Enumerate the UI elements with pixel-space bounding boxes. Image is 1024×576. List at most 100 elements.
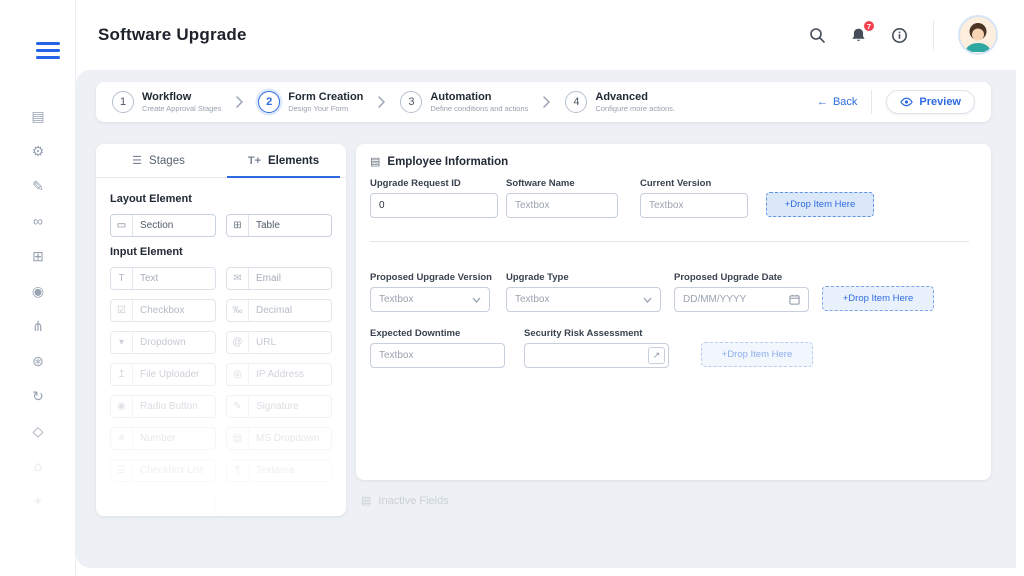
field-security-risk-assessment: Security Risk Assessment ↗ (524, 328, 669, 368)
step-description: Define conditions and actions (430, 105, 528, 114)
palette-item-dropdown[interactable]: ▾ Dropdown (110, 331, 216, 354)
hierarchy-icon[interactable]: ⋔ (28, 316, 48, 336)
palette-item-checkbox[interactable]: ☑ Checkbox (110, 299, 216, 322)
field-software-name: Software Name (506, 178, 618, 218)
palette-item-cutoff (110, 491, 216, 514)
tab-stages[interactable]: ☰ Stages (96, 144, 221, 177)
step-label: Form Creation (288, 91, 363, 104)
palette-item-ip-address[interactable]: ◎ IP Address (226, 363, 332, 386)
risk-matrix-picker-icon[interactable]: ↗ (648, 347, 665, 364)
stages-icon: ☰ (132, 154, 142, 167)
info-button[interactable] (889, 25, 909, 45)
signature-icon: ✎ (227, 396, 249, 417)
chevron-down-icon (472, 297, 481, 303)
textarea-icon: ¶ (227, 460, 249, 481)
search-button[interactable] (807, 25, 827, 45)
upgrade-type-select[interactable]: Textbox (506, 287, 661, 312)
field-label: Upgrade Request ID (370, 178, 498, 189)
step-automation[interactable]: 3 Automation Define conditions and actio… (400, 91, 528, 113)
field-label: Expected Downtime (370, 328, 505, 339)
notification-badge: 7 (863, 20, 875, 32)
palette-item-ms-dropdown[interactable]: ▤ MS Dropdown (226, 427, 332, 450)
drop-zone[interactable]: +Drop Item Here (701, 342, 813, 367)
upgrade-request-id-input[interactable] (370, 193, 498, 218)
form-edit-icon[interactable]: ✎ (28, 176, 48, 196)
palette-item-decimal[interactable]: ‰ Decimal (226, 299, 332, 322)
tab-label: Elements (268, 155, 319, 167)
tab-elements[interactable]: T+ Elements (221, 144, 346, 177)
extras-icon[interactable]: ✦ (28, 491, 48, 511)
drop-zone[interactable]: +Drop Item Here (822, 286, 934, 311)
proposed-upgrade-date-input[interactable]: DD/MM/YYYY (674, 287, 809, 312)
stepper-divider (871, 90, 872, 114)
chevron-right-icon (378, 96, 385, 108)
palette-item-email[interactable]: ✉ Email (226, 267, 332, 290)
step-description: Configure more actions. (595, 105, 675, 114)
field-proposed-upgrade-date: Proposed Upgrade Date DD/MM/YYYY (674, 272, 809, 312)
multi-select-icon: ▤ (227, 428, 249, 449)
layout-element-heading: Layout Element (110, 193, 332, 205)
step-form-creation[interactable]: 2 Form Creation Design Your Form (258, 91, 363, 113)
tab-label: Stages (149, 155, 185, 167)
menu-toggle-button[interactable] (36, 42, 60, 59)
chevron-down-icon (643, 297, 652, 303)
field-label: Upgrade Type (506, 272, 661, 283)
step-number: 3 (400, 91, 422, 113)
field-upgrade-request-id: Upgrade Request ID (370, 178, 498, 218)
profile-icon[interactable]: ◉ (28, 281, 48, 301)
palette-item-label: Dropdown (133, 337, 186, 348)
software-name-input[interactable] (506, 193, 618, 218)
element-palette: ☰ Stages T+ Elements Layout Element ▭ Se… (96, 144, 346, 516)
palette-item-label: Decimal (249, 305, 292, 316)
package-icon[interactable]: ◇ (28, 421, 48, 441)
dropdown-icon: ▾ (111, 332, 133, 353)
hamburger-bar (36, 49, 60, 52)
ip-address-icon: ◎ (227, 364, 249, 385)
palette-item-file-uploader[interactable]: ↥ File Uploader (110, 363, 216, 386)
checkbox-icon: ☑ (111, 300, 133, 321)
connections-icon[interactable]: ∞ (28, 211, 48, 231)
step-workflow[interactable]: 1 Workflow Create Approval Stages (112, 91, 221, 113)
eye-icon (900, 97, 913, 107)
link-icon: @ (227, 332, 249, 353)
palette-item-label: Table (249, 220, 280, 231)
inactive-fields-label: Inactive Fields (378, 495, 448, 507)
palette-item-signature[interactable]: ✎ Signature (226, 395, 332, 418)
palette-item-section[interactable]: ▭ Section (110, 214, 216, 237)
palette-item-url[interactable]: @ URL (226, 331, 332, 354)
number-icon: # (111, 428, 133, 449)
palette-item-checkbox-list[interactable]: ☰ Checkbox List (110, 459, 216, 482)
select-placeholder: Textbox (515, 294, 549, 305)
palette-item-radio-button[interactable]: ◉ Radio Button (110, 395, 216, 418)
expected-downtime-input[interactable] (370, 343, 505, 368)
drop-zone[interactable]: +Drop Item Here (766, 192, 874, 217)
palette-item-number[interactable]: # Number (110, 427, 216, 450)
current-version-input[interactable] (640, 193, 748, 218)
step-advanced[interactable]: 4 Advanced Configure more actions. (565, 91, 675, 113)
palette-item-table[interactable]: ⊞ Table (226, 214, 332, 237)
info-icon (891, 27, 908, 44)
email-icon: ✉ (227, 268, 249, 289)
input-elements-grid: T Text ✉ Email ☑ Checkbox ‰ Decimal (110, 267, 332, 514)
proposed-upgrade-version-select[interactable]: Textbox (370, 287, 490, 312)
organization-icon[interactable]: ⌂ (28, 456, 48, 476)
integrations-icon[interactable]: ⊛ (28, 351, 48, 371)
preview-button[interactable]: Preview (886, 90, 975, 114)
history-icon[interactable]: ↻ (28, 386, 48, 406)
calendar-icon (789, 294, 800, 305)
workflow-icon[interactable]: ⚙ (28, 141, 48, 161)
top-bar-actions: 7 (807, 15, 998, 55)
notifications-button[interactable]: 7 (848, 25, 868, 45)
palette-item-textarea[interactable]: ¶ Textarea (226, 459, 332, 482)
cards-icon[interactable]: ▤ (28, 106, 48, 126)
field-label: Current Version (640, 178, 748, 189)
sidebar-rail: ▤ ⚙ ✎ ∞ ⊞ ◉ ⋔ ⊛ ↻ ◇ ⌂ ✦ (0, 0, 76, 576)
user-avatar[interactable] (958, 15, 998, 55)
section-icon: ▤ (370, 155, 380, 168)
back-button[interactable]: ← Back (817, 96, 857, 108)
decimal-icon: ‰ (227, 300, 249, 321)
palette-item-text[interactable]: T Text (110, 267, 216, 290)
templates-icon[interactable]: ⊞ (28, 246, 48, 266)
step-description: Create Approval Stages (142, 105, 221, 114)
palette-item-label: IP Address (249, 369, 304, 380)
